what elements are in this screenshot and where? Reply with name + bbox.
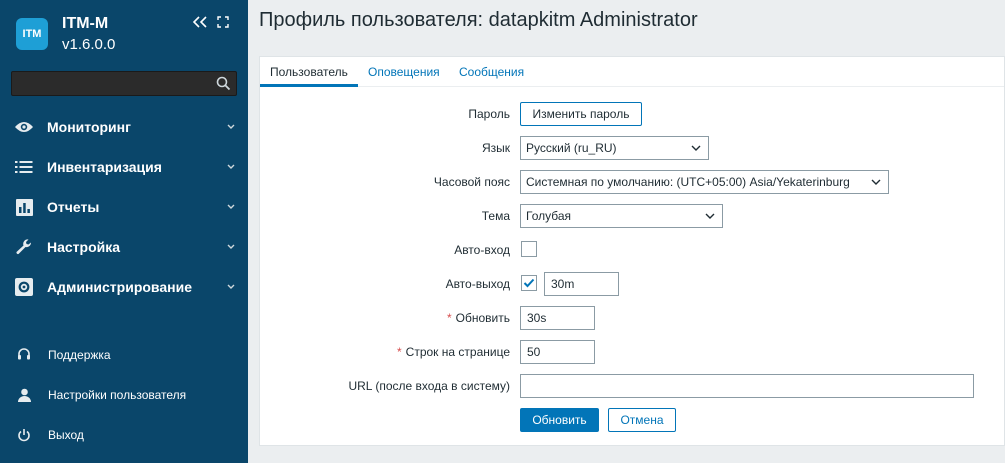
kiosk-mode-icon[interactable] xyxy=(217,16,229,28)
menu-label: Мониторинг xyxy=(47,119,131,135)
user-icon xyxy=(16,387,32,403)
tab-messages[interactable]: Сообщения xyxy=(459,57,524,87)
rows-per-page-input[interactable] xyxy=(520,340,595,364)
list-icon xyxy=(14,157,34,177)
logo-text: ITM xyxy=(22,28,42,40)
url-input[interactable] xyxy=(520,374,974,398)
menu-label: Администрирование xyxy=(47,279,192,295)
chevron-down-icon xyxy=(227,124,235,129)
user-settings-label: Настройки пользователя xyxy=(48,388,187,402)
url-label: URL (после входа в систему) xyxy=(348,379,510,393)
refresh-input[interactable] xyxy=(520,306,595,330)
autologin-checkbox[interactable] xyxy=(521,241,537,257)
menu-item-reports[interactable]: Отчеты xyxy=(0,189,248,225)
chevron-down-icon xyxy=(871,179,881,185)
menu-item-monitoring[interactable]: Мониторинг xyxy=(0,109,248,145)
refresh-label: * Обновить xyxy=(447,311,510,325)
search-input[interactable] xyxy=(12,72,212,95)
theme-select[interactable]: Голубая xyxy=(520,204,723,228)
cancel-button[interactable]: Отмена xyxy=(608,408,676,432)
logout-link[interactable]: Выход xyxy=(0,420,248,450)
password-label: Пароль xyxy=(468,107,510,121)
autologout-label: Авто-выход xyxy=(445,277,510,291)
change-password-button[interactable]: Изменить пароль xyxy=(520,102,642,126)
search-icon[interactable] xyxy=(216,76,231,91)
collapse-sidebar-icon[interactable] xyxy=(192,15,208,29)
tab-bar: Пользователь Оповещения Сообщения xyxy=(260,57,1004,87)
eye-icon xyxy=(14,117,34,137)
chart-icon xyxy=(14,197,34,217)
app-logo[interactable]: ITM xyxy=(16,18,48,50)
user-settings-link[interactable]: Настройки пользователя xyxy=(0,380,248,410)
headset-icon xyxy=(16,347,32,363)
tab-notifications[interactable]: Оповещения xyxy=(368,57,440,87)
rows-per-page-label: * Строк на странице xyxy=(397,345,510,359)
menu-item-administration[interactable]: Администрирование xyxy=(0,269,248,305)
wrench-icon xyxy=(14,237,34,257)
menu-item-inventory[interactable]: Инвентаризация xyxy=(0,149,248,185)
power-icon xyxy=(16,427,32,443)
autologout-checkbox[interactable] xyxy=(521,275,537,291)
timezone-select[interactable]: Системная по умолчанию: (UTC+05:00) Asia… xyxy=(520,170,889,194)
menu-item-settings[interactable]: Настройка xyxy=(0,229,248,265)
gear-icon xyxy=(14,277,34,297)
logout-label: Выход xyxy=(48,428,84,442)
menu-label: Настройка xyxy=(47,239,121,255)
tab-user[interactable]: Пользователь xyxy=(260,57,358,87)
theme-label: Тема xyxy=(481,209,510,223)
checkmark-icon xyxy=(523,278,535,288)
support-label: Поддержка xyxy=(48,348,111,362)
refresh-label-text: Обновить xyxy=(455,311,510,325)
support-link[interactable]: Поддержка xyxy=(0,340,248,370)
sidebar-search xyxy=(11,71,237,96)
chevron-down-icon xyxy=(227,284,235,289)
chevron-down-icon xyxy=(227,164,235,169)
required-mark: * xyxy=(446,311,452,325)
chevron-down-icon xyxy=(227,244,235,249)
page-title: Профиль пользователя: datapkitm Administ… xyxy=(259,9,698,31)
autologout-input[interactable] xyxy=(544,272,619,296)
timezone-label: Часовой пояс xyxy=(433,175,510,189)
language-select[interactable]: Русский (ru_RU) xyxy=(520,136,709,160)
app-title: ITM-M xyxy=(62,15,109,32)
sidebar: ITM ITM-M v1.6.0.0 Мониторинг Инвентариз… xyxy=(0,0,248,463)
menu-label: Инвентаризация xyxy=(47,159,162,175)
update-button[interactable]: Обновить xyxy=(520,408,599,432)
rows-per-page-label-text: Строк на странице xyxy=(405,345,510,359)
language-value: Русский (ru_RU) xyxy=(526,141,617,155)
menu-label: Отчеты xyxy=(47,199,100,215)
language-label: Язык xyxy=(481,141,510,155)
theme-value: Голубая xyxy=(526,209,572,223)
autologin-label: Авто-вход xyxy=(454,243,510,257)
timezone-value: Системная по умолчанию: (UTC+05:00) Asia… xyxy=(526,175,850,189)
required-mark: * xyxy=(397,345,402,359)
app-version: v1.6.0.0 xyxy=(62,36,116,53)
chevron-down-icon xyxy=(691,145,701,151)
chevron-down-icon xyxy=(705,213,715,219)
chevron-down-icon xyxy=(227,204,235,209)
profile-panel: Пользователь Оповещения Сообщения Пароль… xyxy=(259,56,1005,446)
